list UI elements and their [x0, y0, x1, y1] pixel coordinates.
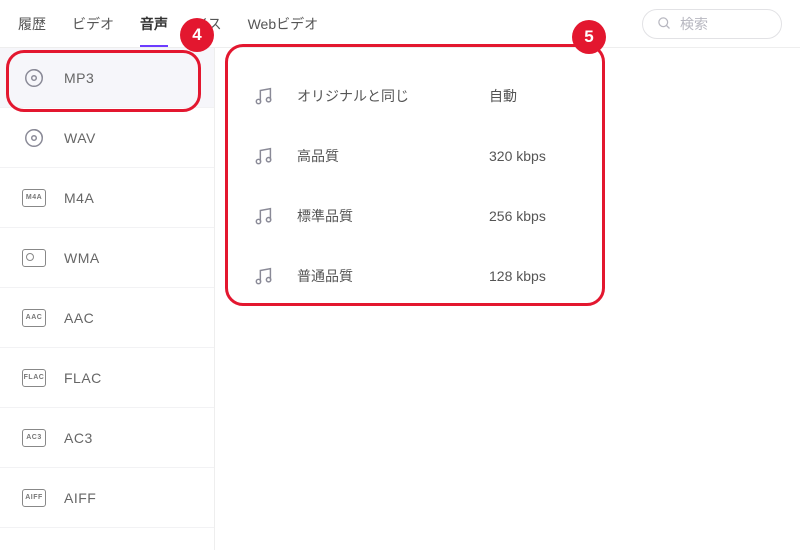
- tab-audio[interactable]: 音声: [140, 1, 168, 47]
- format-wma[interactable]: WMA: [0, 228, 214, 288]
- format-label: WAV: [64, 130, 96, 146]
- top-tabs-bar: 履歴 ビデオ 音声 イス Webビデオ: [0, 0, 800, 48]
- format-label: AIFF: [64, 490, 96, 506]
- quality-name: 普通品質: [297, 266, 467, 286]
- music-note-icon: [253, 205, 275, 227]
- format-label: M4A: [64, 190, 94, 206]
- format-wav[interactable]: WAV: [0, 108, 214, 168]
- tab-video[interactable]: ビデオ: [72, 1, 114, 47]
- format-m4a[interactable]: M4A M4A: [0, 168, 214, 228]
- format-sidebar: MP3 WAV M4A M4A WMA AAC AAC FLA: [0, 48, 215, 550]
- format-label: FLAC: [64, 370, 102, 386]
- quality-list: オリジナルと同じ 自動 高品質 320 kbps 標準品質 256 kbps: [215, 48, 800, 550]
- music-note-icon: [253, 145, 275, 167]
- format-aac[interactable]: AAC AAC: [0, 288, 214, 348]
- quality-rate: 256 kbps: [489, 208, 546, 224]
- format-label: AAC: [64, 310, 94, 326]
- music-note-icon: [253, 265, 275, 287]
- callout-badge-4: 4: [180, 18, 214, 52]
- search-input[interactable]: [680, 16, 760, 32]
- quality-name: 標準品質: [297, 206, 467, 226]
- quality-name: 高品質: [297, 146, 467, 166]
- callout-badge-5: 5: [572, 20, 606, 54]
- quality-original[interactable]: オリジナルと同じ 自動: [225, 66, 790, 126]
- wma-icon: [22, 246, 46, 270]
- quality-rate: 128 kbps: [489, 268, 546, 284]
- disc-icon: [22, 126, 46, 150]
- quality-normal[interactable]: 普通品質 128 kbps: [225, 246, 790, 306]
- search-icon: [657, 16, 672, 31]
- aac-icon: AAC: [22, 306, 46, 330]
- format-flac[interactable]: FLAC FLAC: [0, 348, 214, 408]
- tab-history[interactable]: 履歴: [18, 1, 46, 47]
- format-ac3[interactable]: AC3 AC3: [0, 408, 214, 468]
- format-aiff[interactable]: AIFF AIFF: [0, 468, 214, 528]
- search-box[interactable]: [642, 9, 782, 39]
- quality-high[interactable]: 高品質 320 kbps: [225, 126, 790, 186]
- quality-standard[interactable]: 標準品質 256 kbps: [225, 186, 790, 246]
- quality-rate: 自動: [489, 86, 517, 106]
- format-mp3[interactable]: MP3: [0, 48, 214, 108]
- tab-web-video[interactable]: Webビデオ: [248, 1, 319, 47]
- disc-icon: [22, 66, 46, 90]
- flac-icon: FLAC: [22, 366, 46, 390]
- ac3-icon: AC3: [22, 426, 46, 450]
- m4a-icon: M4A: [22, 186, 46, 210]
- format-label: MP3: [64, 70, 94, 86]
- quality-name: オリジナルと同じ: [297, 86, 467, 106]
- music-note-icon: [253, 85, 275, 107]
- format-label: AC3: [64, 430, 93, 446]
- aiff-icon: AIFF: [22, 486, 46, 510]
- quality-rate: 320 kbps: [489, 148, 546, 164]
- format-label: WMA: [64, 250, 100, 266]
